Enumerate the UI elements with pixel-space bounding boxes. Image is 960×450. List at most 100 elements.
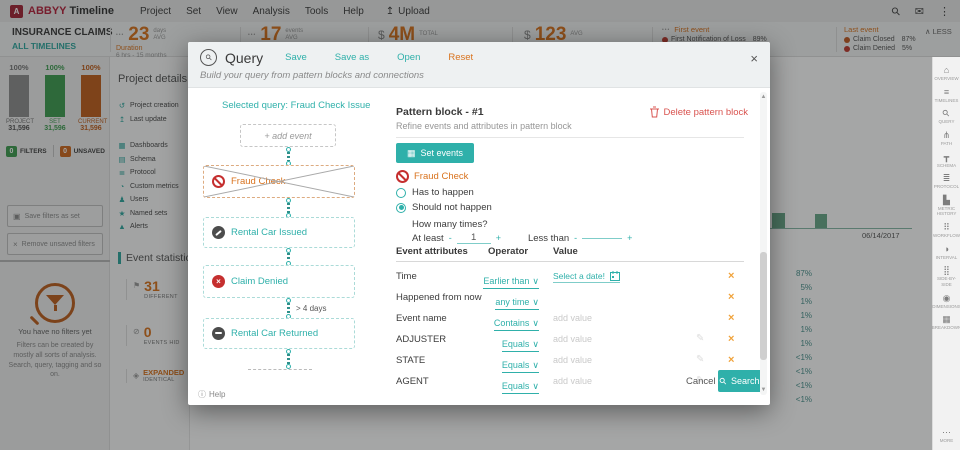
value-input[interactable]: add value xyxy=(553,355,592,365)
save-as-button[interactable]: Save as xyxy=(335,52,369,63)
remove-row-icon[interactable]: × xyxy=(728,354,734,366)
operator-dropdown[interactable]: Equals ∨ xyxy=(501,381,539,394)
help-label: Help xyxy=(209,390,226,399)
chevron-down-icon: ∨ xyxy=(532,318,539,328)
date-placeholder: Select a date! xyxy=(553,271,605,281)
set-events-button[interactable]: ▦ Set events xyxy=(396,143,474,163)
remove-row-icon[interactable]: × xyxy=(728,312,734,324)
pattern-block-rental-car-issued[interactable]: Rental Car Issued xyxy=(203,217,355,248)
prohibition-icon xyxy=(212,175,225,188)
divider xyxy=(396,261,744,262)
block-label: Rental Car Issued xyxy=(231,227,308,238)
operator-dropdown[interactable]: Equals ∨ xyxy=(501,339,539,352)
rail-item-breakdown[interactable]: ▦ BREAKDOWN xyxy=(932,314,960,331)
rail-item-schema[interactable]: ┳ SCHEMA xyxy=(933,151,960,169)
rail-label: PROTOCOL xyxy=(933,184,960,190)
pattern-connector[interactable] xyxy=(282,248,294,266)
rail-label: PATH xyxy=(940,140,953,146)
rail-item-overview[interactable]: ⌂ OVERVIEW xyxy=(933,66,960,82)
pattern-connector[interactable] xyxy=(282,198,294,218)
selected-event-name: Fraud Check xyxy=(414,171,469,182)
operator-dropdown[interactable]: Equals ∨ xyxy=(501,360,539,373)
rail-item-more[interactable]: ⋯ MORE xyxy=(933,428,960,444)
remove-row-icon[interactable]: × xyxy=(728,291,734,303)
radio-should-not-happen[interactable]: Should not happen xyxy=(396,202,492,213)
date-picker-field[interactable]: Select a date! xyxy=(553,271,620,283)
rail-item-path[interactable]: ⋔ PATH xyxy=(933,129,960,147)
open-button[interactable]: Open xyxy=(397,52,420,63)
rail-label: DIMENSIONS xyxy=(932,303,960,309)
block-label: Fraud Check xyxy=(231,176,286,187)
attribute-name: Event name xyxy=(396,313,447,324)
grid-icon: ▦ xyxy=(406,147,416,158)
at-least-input[interactable]: 1 xyxy=(456,232,491,244)
search-label: Search xyxy=(731,376,760,386)
chevron-down-icon: ∨ xyxy=(532,381,539,391)
breakdown-icon: ▦ xyxy=(942,314,951,325)
edit-icon[interactable]: ✎ xyxy=(696,333,704,344)
attribute-name: Time xyxy=(396,271,417,282)
home-icon: ⌂ xyxy=(943,65,950,75)
pattern-connector[interactable] xyxy=(282,298,294,319)
selected-query-label: Selected query: Fraud Check Issue xyxy=(222,100,371,111)
search-icon: ⚲ xyxy=(717,374,730,387)
value-input[interactable]: add value xyxy=(553,334,592,344)
pattern-block-fraud-check[interactable]: Fraud Check xyxy=(203,165,355,198)
rail-label: QUERY xyxy=(938,119,955,125)
attribute-name: AGENT xyxy=(396,376,429,387)
pattern-block-claim-denied[interactable]: × Claim Denied xyxy=(203,265,355,298)
close-icon[interactable]: × xyxy=(750,51,758,66)
value-input[interactable]: add value xyxy=(553,376,592,386)
decrement-button[interactable]: - xyxy=(574,233,577,243)
rail-item-dimensions[interactable]: ◉ DIMENSIONS xyxy=(932,293,960,310)
path-icon: ⋔ xyxy=(942,129,951,140)
scroll-up-icon[interactable]: ▲ xyxy=(759,94,768,100)
denied-icon: × xyxy=(212,275,225,288)
value-input[interactable]: add value xyxy=(553,313,592,323)
rail-label: TIMELINES xyxy=(934,97,959,103)
rail-item-metric-history[interactable]: ▙ METRIC HISTORY xyxy=(933,195,960,217)
reset-button[interactable]: Reset xyxy=(448,52,473,63)
info-icon: ⓘ xyxy=(198,390,206,399)
help-link[interactable]: ⓘ Help xyxy=(198,389,225,400)
magnifier-glyph: ⚲ xyxy=(203,52,214,63)
rail-item-interval[interactable]: ◑ INTERVAL xyxy=(933,244,960,261)
save-button[interactable]: Save xyxy=(285,52,307,63)
remove-row-icon[interactable]: × xyxy=(728,333,734,345)
connector-gap-label: > 4 days xyxy=(296,304,327,313)
rail-item-protocol[interactable]: ≣ PROTOCOL xyxy=(933,174,960,190)
radio-has-to-happen[interactable]: Has to happen xyxy=(396,187,474,198)
edit-icon[interactable]: ✎ xyxy=(696,354,704,365)
rail-item-side-by-side[interactable]: ⣿ SIDE-BY-SIDE xyxy=(933,266,960,287)
pattern-connector[interactable] xyxy=(282,349,294,369)
col-header-operator: Operator xyxy=(488,246,529,257)
remove-row-icon[interactable]: × xyxy=(728,270,734,282)
pattern-connector[interactable] xyxy=(282,147,294,166)
query-dialog-icon: ⚲ xyxy=(200,49,217,66)
increment-button[interactable]: + xyxy=(627,233,632,243)
add-event-button[interactable]: + add event xyxy=(240,124,336,147)
operator-dropdown[interactable]: any time ∨ xyxy=(495,297,539,310)
modal-header: ⚲ Query Save Save as Open Reset Build yo… xyxy=(188,42,770,88)
at-least-label: At least xyxy=(412,232,444,244)
rail-item-timelines[interactable]: ≡ TIMELINES xyxy=(933,87,960,104)
search-button[interactable]: ⚲ Search xyxy=(718,370,762,392)
operator-value: Equals xyxy=(501,381,530,391)
calendar-icon xyxy=(609,271,620,281)
cancel-button[interactable]: Cancel xyxy=(686,376,716,387)
chevron-down-icon: ∨ xyxy=(532,297,539,307)
operator-dropdown[interactable]: Earlier than ∨ xyxy=(483,276,539,289)
rail-item-query[interactable]: ⚲ QUERY xyxy=(933,108,960,125)
scroll-down-icon[interactable]: ▼ xyxy=(759,387,768,393)
chevron-down-icon: ∨ xyxy=(532,339,539,349)
schema-icon: ┳ xyxy=(943,151,950,162)
delete-pattern-block-button[interactable]: Delete pattern block xyxy=(649,106,748,118)
modal-scrollbar-thumb[interactable] xyxy=(760,252,767,360)
less-than-label: Less than xyxy=(527,232,570,244)
less-than-input[interactable] xyxy=(582,237,623,239)
rail-item-workflow[interactable]: ⠿ WORKFLOW xyxy=(933,223,960,239)
pattern-block-rental-car-returned[interactable]: Rental Car Returned xyxy=(203,318,355,349)
decrement-button[interactable]: - xyxy=(449,233,452,243)
increment-button[interactable]: + xyxy=(496,233,501,243)
operator-dropdown[interactable]: Contains ∨ xyxy=(493,318,539,331)
